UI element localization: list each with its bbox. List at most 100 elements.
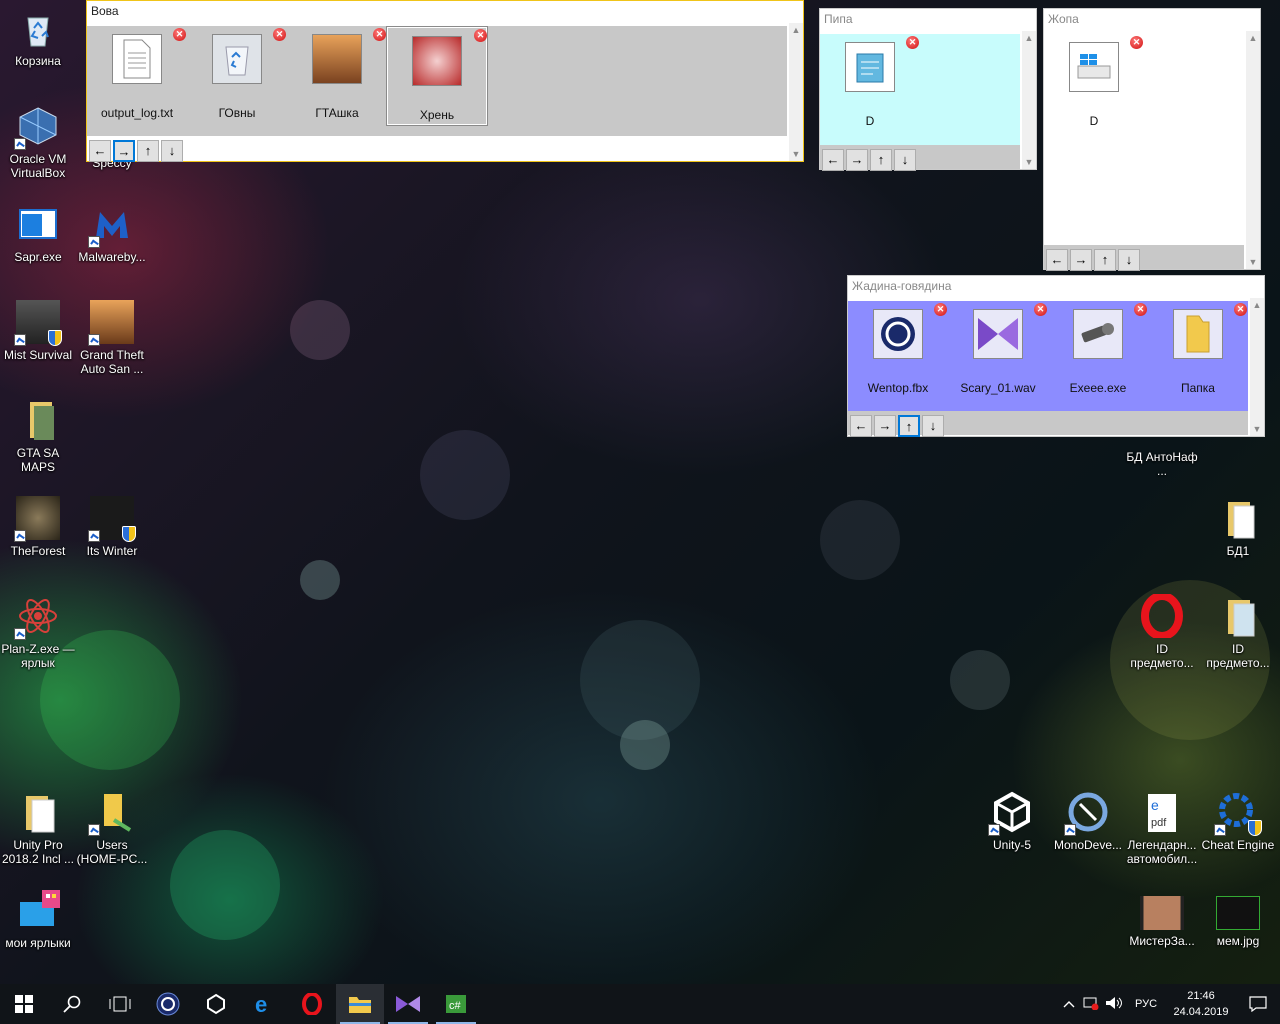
nav-right-button[interactable]: → — [113, 140, 135, 162]
desktop-icon-plan-z[interactable]: Plan-Z.exe — ярлык — [0, 594, 76, 670]
panel-nav: ← → ↑ ↓ — [87, 136, 183, 162]
panel-nav: ← → ↑ ↓ — [820, 145, 1020, 171]
network-icon[interactable] — [1080, 996, 1102, 1013]
delete-icon[interactable]: ✕ — [373, 28, 386, 41]
desktop-icon-virtualbox[interactable]: Oracle VM VirtualBox — [0, 104, 76, 180]
desktop-icon-id-folder[interactable]: ID предмето... — [1200, 594, 1276, 670]
nav-down-button[interactable]: ↓ — [922, 415, 944, 437]
svg-text:pdf: pdf — [1151, 817, 1167, 829]
nav-left-button[interactable]: ← — [89, 140, 111, 162]
nav-right-button[interactable]: → — [846, 149, 868, 171]
nav-up-button[interactable]: ↑ — [1094, 249, 1116, 271]
panel-pipa[interactable]: Пипа D ✕ ← → ↑ ↓ ▲ ▼ — [819, 8, 1037, 171]
desktop-icon-legendary-pdf[interactable]: e pdf Легендарн... автомобил... — [1124, 790, 1200, 866]
desktop-icon-its-winter[interactable]: Its Winter — [74, 496, 150, 558]
desktop-icon-label: БД1 — [1226, 544, 1250, 558]
desktop-icon-mem-jpg[interactable]: мем.jpg — [1200, 896, 1276, 948]
panel-zhopa[interactable]: Жопа D ✕ ← → ↑ ↓ ▲ ▼ — [1043, 8, 1261, 271]
delete-icon[interactable]: ✕ — [474, 29, 487, 42]
panel-item-d[interactable]: D ✕ — [1044, 34, 1144, 128]
pdf-icon: e pdf — [1140, 790, 1184, 834]
panel-item-wentop[interactable]: Wentop.fbx ✕ — [848, 301, 948, 395]
desktop-icon-unity5[interactable]: Unity-5 — [974, 790, 1050, 852]
chevron-up-icon[interactable] — [1058, 997, 1080, 1011]
nav-left-button[interactable]: ← — [850, 415, 872, 437]
nav-left-button[interactable]: ← — [822, 149, 844, 171]
desktop-icon-label: МистерЗа... — [1129, 934, 1195, 948]
panel-item-gtashka[interactable]: ГТАшка ✕ — [287, 26, 387, 120]
delete-icon[interactable]: ✕ — [906, 36, 919, 49]
delete-icon[interactable]: ✕ — [1234, 303, 1247, 316]
desktop-icon-id-opera[interactable]: ID предмето... — [1124, 592, 1200, 670]
desktop-icon-label: Unity-5 — [992, 838, 1031, 852]
desktop-icon-mist-survival[interactable]: Mist Survival — [0, 300, 76, 362]
nav-right-button[interactable]: → — [874, 415, 896, 437]
desktop-icon-bd1[interactable]: БД1 — [1200, 496, 1276, 558]
notification-icon[interactable] — [1236, 996, 1280, 1012]
unity-icon[interactable] — [192, 984, 240, 1024]
panel-title: Жопа — [1048, 12, 1079, 26]
panel-vova[interactable]: Вова output_log.txt ✕ ГОвны ✕ ГТАшка ✕ Х… — [86, 0, 804, 162]
panel-zhadina[interactable]: Жадина-говядина Wentop.fbx ✕ Scary_01.wa… — [847, 275, 1265, 437]
desktop-icon-theforest[interactable]: TheForest — [0, 496, 76, 558]
panel-item-govny[interactable]: ГОвны ✕ — [187, 26, 287, 120]
scrollbar[interactable]: ▲ ▼ — [1022, 31, 1036, 169]
nav-left-button[interactable]: ← — [1046, 249, 1068, 271]
nav-right-button[interactable]: → — [1070, 249, 1092, 271]
panel-item-scary[interactable]: Scary_01.wav ✕ — [948, 301, 1048, 395]
scrollbar[interactable]: ▲ ▼ — [1250, 298, 1264, 436]
red-image-icon — [412, 36, 462, 86]
nav-up-button[interactable]: ↑ — [137, 140, 159, 162]
task-view-icon[interactable] — [96, 984, 144, 1024]
nav-down-button[interactable]: ↓ — [1118, 249, 1140, 271]
edge-icon[interactable]: e — [240, 984, 288, 1024]
panel-item-hren[interactable]: Хрень ✕ — [386, 26, 488, 126]
scrollbar[interactable]: ▲ ▼ — [1246, 31, 1260, 269]
desktop-icon-gta-sa-maps[interactable]: GTA SA MAPS — [0, 398, 76, 474]
delete-icon[interactable]: ✕ — [1134, 303, 1147, 316]
delete-icon[interactable]: ✕ — [273, 28, 286, 41]
opera-icon[interactable] — [288, 984, 336, 1024]
taskbar: e c# РУС 21:46 24.04.2019 — [0, 984, 1280, 1024]
delete-icon[interactable]: ✕ — [1130, 36, 1143, 49]
desktop-icon-cheat-engine[interactable]: Cheat Engine — [1200, 790, 1276, 852]
monodevelop-icon — [1064, 790, 1110, 836]
scrollbar[interactable]: ▲ ▼ — [789, 23, 803, 161]
delete-icon[interactable]: ✕ — [934, 303, 947, 316]
desktop-icon-label: мем.jpg — [1216, 934, 1260, 948]
panel-content: Wentop.fbx ✕ Scary_01.wav ✕ Exeee.exe ✕ … — [848, 301, 1248, 411]
desktop-icon-users[interactable]: Users (HOME-PC... — [74, 790, 150, 866]
panel-item-papka[interactable]: Папка ✕ — [1148, 301, 1248, 395]
panel-item-output-log[interactable]: output_log.txt ✕ — [87, 26, 187, 120]
desktop-icon-malwarebytes[interactable]: Malwareby... — [74, 202, 150, 264]
delete-icon[interactable]: ✕ — [1034, 303, 1047, 316]
nav-up-button[interactable]: ↑ — [870, 149, 892, 171]
search-icon[interactable] — [48, 984, 96, 1024]
desktop-icon-unity-pro[interactable]: Unity Pro 2018.2 Incl ... — [0, 790, 76, 866]
desktop-icon-sapr[interactable]: Sapr.exe — [0, 202, 76, 264]
visual-studio-icon[interactable] — [384, 984, 432, 1024]
svg-text:e: e — [1151, 797, 1159, 813]
volume-icon[interactable] — [1102, 996, 1126, 1013]
panel-content: D ✕ — [820, 34, 1020, 146]
desktop-icon-label: ID предмето... — [1206, 642, 1270, 670]
svg-text:e: e — [255, 993, 267, 1015]
delete-icon[interactable]: ✕ — [173, 28, 186, 41]
desktop-icon-monodevelop[interactable]: MonoDeve... — [1050, 790, 1126, 852]
csharp-app-icon[interactable]: c# — [432, 984, 480, 1024]
cinema4d-icon[interactable] — [144, 984, 192, 1024]
panel-item-exeee[interactable]: Exeee.exe ✕ — [1048, 301, 1148, 395]
desktop-icon-my-shortcuts[interactable]: мои ярлыки — [0, 888, 76, 950]
clock[interactable]: 21:46 24.04.2019 — [1166, 988, 1236, 1020]
nav-down-button[interactable]: ↓ — [161, 140, 183, 162]
file-explorer-icon[interactable] — [336, 984, 384, 1024]
nav-up-button[interactable]: ↑ — [898, 415, 920, 437]
panel-item-d[interactable]: D ✕ — [820, 34, 920, 128]
language-indicator[interactable]: РУС — [1126, 998, 1166, 1010]
desktop-icon-mister-video[interactable]: МистерЗа... — [1124, 896, 1200, 948]
windows-start-icon[interactable] — [0, 984, 48, 1024]
nav-down-button[interactable]: ↓ — [894, 149, 916, 171]
desktop-icon-gta-sa[interactable]: Grand Theft Auto San ... — [74, 300, 150, 376]
desktop-icon-recycle-bin[interactable]: Корзина — [0, 6, 76, 68]
virtualbox-icon — [14, 104, 60, 150]
